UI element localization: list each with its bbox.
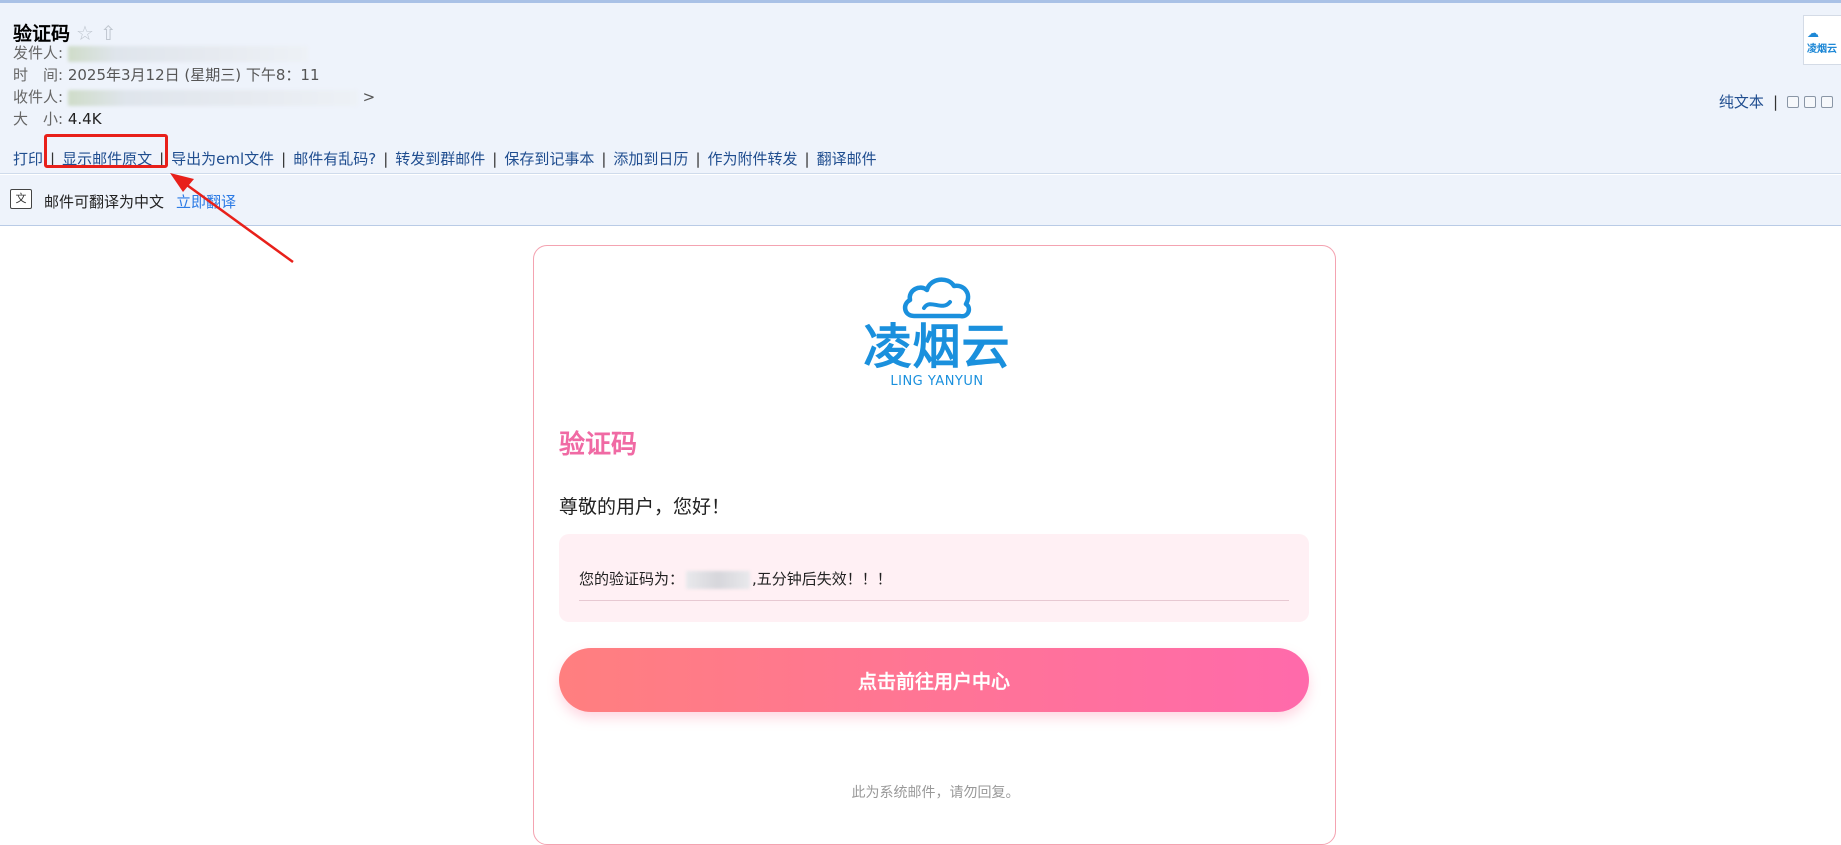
card-title: 验证码: [559, 430, 638, 460]
code-prefix: 您的验证码为：: [579, 570, 685, 588]
translate-mail-link[interactable]: 翻译邮件: [817, 150, 877, 168]
note-icon[interactable]: [1787, 95, 1799, 108]
brand-logo: 凌烟云 LING YANYUN: [847, 272, 1027, 389]
user-center-button[interactable]: 点击前往用户中心: [559, 648, 1309, 712]
mini-cloud-icon: ☁: [1807, 25, 1819, 40]
recipient-suffix: >: [362, 88, 376, 106]
logo-text: 凌烟云: [863, 319, 1011, 375]
code-box: 您的验证码为： ,五分钟后失效！！！: [559, 534, 1309, 622]
size-value: 4.4K: [67, 110, 102, 128]
highlight-box: [44, 134, 168, 168]
export-eml-link[interactable]: 导出为eml文件: [171, 150, 274, 168]
code-divider: [579, 600, 1289, 601]
sender-row: 发件人:: [13, 42, 308, 63]
sender-redacted: [67, 45, 308, 62]
forward-group-link[interactable]: 转发到群邮件: [395, 150, 485, 168]
recipient-label: 收件人:: [13, 88, 64, 106]
email-card: 凌烟云 LING YANYUN 验证码 尊敬的用户，您好！ 您的验证码为： ,五分…: [533, 245, 1336, 845]
time-row: 时 间: 2025年3月12日 (星期三) 下午8：11: [13, 64, 320, 85]
time-value: 2025年3月12日 (星期三) 下午8：11: [67, 66, 320, 84]
code-line: 您的验证码为： ,五分钟后失效！！！: [579, 568, 892, 589]
greeting-text: 尊敬的用户，您好！: [559, 496, 731, 518]
print-link[interactable]: 打印: [13, 150, 43, 168]
translate-icon: 文: [10, 189, 32, 209]
save-note-link[interactable]: 保存到记事本: [504, 150, 594, 168]
mail-header: 验证码 ☆ ⇧ 发件人: 时 间: 2025年3月12日 (星期三) 下午8：1…: [0, 3, 1841, 174]
recipient-redacted: [67, 89, 358, 106]
code-suffix: ,五分钟后失效！！！: [752, 570, 892, 588]
logo-subtext: LING YANYUN: [890, 374, 984, 390]
garbled-link[interactable]: 邮件有乱码?: [293, 150, 376, 168]
sender-label: 发件人:: [13, 44, 64, 62]
translate-text: 邮件可翻译为中文: [44, 193, 165, 211]
time-label: 时 间:: [13, 66, 64, 84]
new-window-icon[interactable]: [1804, 95, 1816, 108]
cloud-logo-icon: [902, 277, 972, 319]
plain-text-link[interactable]: 纯文本: [1719, 91, 1764, 112]
right-tools: 纯文本 |: [1719, 91, 1833, 112]
printer-icon[interactable]: [1821, 95, 1833, 108]
arrow-up-icon[interactable]: ⇧: [100, 23, 117, 43]
recipient-row: 收件人: >: [13, 86, 375, 107]
size-label: 大 小:: [13, 110, 64, 128]
forward-attachment-link[interactable]: 作为附件转发: [708, 150, 798, 168]
size-row: 大 小: 4.4K: [13, 108, 102, 129]
footer-note: 此为系统邮件，请勿回复。: [851, 785, 1020, 801]
code-redacted: [686, 570, 751, 589]
thumb-text: 凌烟云: [1807, 43, 1837, 55]
add-calendar-link[interactable]: 添加到日历: [613, 150, 688, 168]
translate-now-link[interactable]: 立即翻译: [176, 191, 236, 212]
sender-logo-thumbnail: ☁ 凌烟云: [1803, 15, 1841, 65]
translate-bar: 文 邮件可翻译为中文 立即翻译: [0, 175, 1841, 226]
star-icon[interactable]: ☆: [76, 23, 94, 43]
